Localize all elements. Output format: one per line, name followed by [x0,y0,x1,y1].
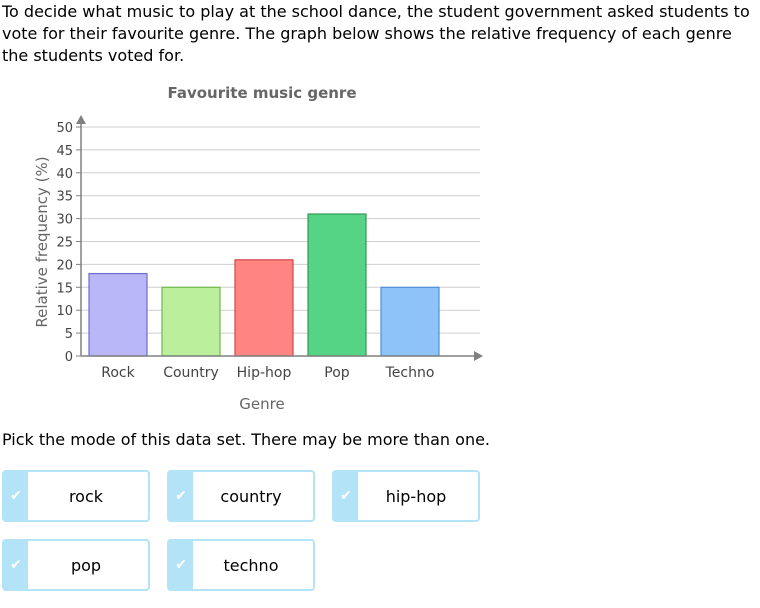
checkmark-icon: ✔ [334,472,358,520]
x-tick-labels: Rock Country Hip-hop Pop Techno [101,365,434,381]
option-label: techno [223,555,279,575]
y-tick-labels: 0 5 10 15 20 25 30 35 40 45 50 [56,121,73,365]
bar-chart: Favourite music genre 0 5 10 15 20 25 30 35 40 45… [33,84,483,413]
option-label: pop [70,555,102,575]
option-label: country [220,486,282,506]
y-tick-label: 0 [65,350,73,365]
option-label: rock [68,486,104,506]
bar-hip-hop [234,259,294,357]
option-rock[interactable]: ✔ rock [2,470,150,522]
y-tick-label: 35 [56,190,73,205]
y-tick-label: 10 [56,304,73,319]
x-axis-label: Genre [239,395,284,413]
option-pop[interactable]: ✔ pop [2,539,150,591]
checkmark-icon: ✔ [169,541,193,589]
x-tick-label: Techno [385,365,435,381]
checkmark-icon: ✔ [4,472,28,520]
bar-techno [380,286,440,357]
x-tick-label: Hip-hop [237,365,292,381]
y-tick-label: 30 [56,213,73,228]
chart-title: Favourite music genre [167,84,356,102]
y-axis-arrow [76,115,86,124]
checkmark-icon: ✔ [169,472,193,520]
y-tick-label: 50 [56,121,73,136]
y-tick-label: 45 [56,144,73,159]
y-tick-label: 25 [56,236,73,251]
checkmark-icon: ✔ [4,541,28,589]
option-label: hip-hop [385,486,447,506]
x-tick-label: Country [163,365,219,381]
x-axis-arrow [474,351,483,361]
bar-country [161,286,221,357]
option-country[interactable]: ✔ country [167,470,315,522]
y-tick-label: 15 [56,281,73,296]
y-tick-label: 5 [65,327,73,342]
y-axis-label: Relative frequency (%) [33,156,51,327]
x-tick-label: Pop [324,365,350,381]
y-tick-label: 40 [56,167,73,182]
option-hip-hop[interactable]: ✔ hip-hop [332,470,480,522]
bars [88,213,440,357]
question-intro: To decide what music to play at the scho… [2,2,750,65]
option-techno[interactable]: ✔ techno [167,539,315,591]
x-tick-label: Rock [101,365,135,381]
y-tick-label: 20 [56,258,73,273]
bar-rock [88,272,148,357]
question-prompt: Pick the mode of this data set. There ma… [2,430,491,449]
bar-pop [307,213,367,357]
